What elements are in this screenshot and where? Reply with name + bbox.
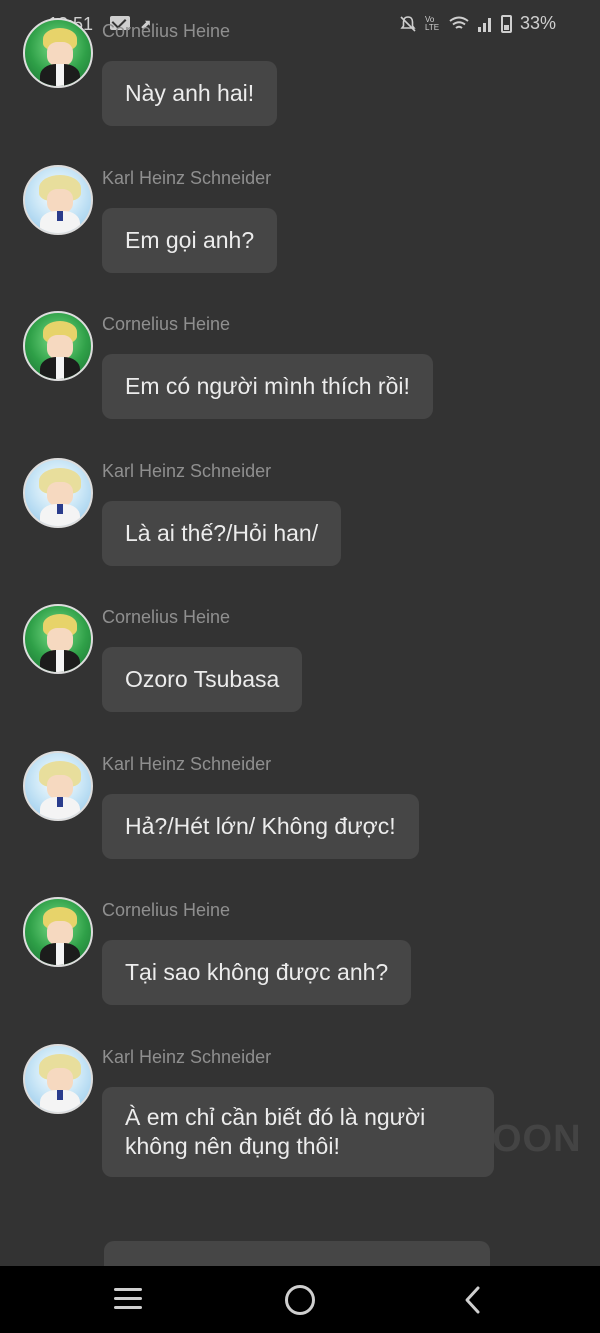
battery-icon — [500, 14, 512, 33]
message-bubble[interactable]: Hả?/Hét lớn/ Không được! — [102, 794, 419, 859]
wifi-icon — [449, 16, 469, 29]
sender-name: Cornelius Heine — [102, 900, 231, 920]
sender-name: Karl Heinz Schneider — [102, 1047, 272, 1067]
avatar-karl[interactable] — [23, 458, 93, 528]
sender-name: Karl Heinz Schneider — [102, 461, 272, 481]
avatar-cornelius[interactable] — [23, 897, 93, 967]
message-bubble[interactable]: Tại sao không được anh? — [102, 940, 412, 1005]
sender-name: Cornelius Heine — [102, 21, 231, 41]
recent-apps-icon[interactable] — [112, 1286, 144, 1312]
volte-label: Vo LTE — [424, 14, 440, 32]
signal-icon — [477, 17, 491, 32]
avatar-karl[interactable] — [23, 1044, 93, 1114]
back-icon[interactable] — [458, 1284, 488, 1316]
message-bubble[interactable]: Ozoro Tsubasa — [102, 647, 303, 712]
bell-muted-icon — [400, 15, 416, 32]
sender-name: Cornelius Heine — [102, 314, 231, 334]
message-bubble[interactable]: À em chỉ cần biết đó là người không nên … — [102, 1087, 494, 1177]
avatar-cornelius[interactable] — [23, 18, 93, 88]
avatar-cornelius[interactable] — [23, 604, 93, 674]
sender-name: Cornelius Heine — [102, 607, 231, 627]
battery-percent: 33% — [519, 13, 556, 33]
home-icon[interactable] — [285, 1285, 315, 1315]
message-bubble[interactable]: Này anh hai! — [102, 61, 278, 126]
avatar-karl[interactable] — [23, 165, 93, 235]
avatar-cornelius[interactable] — [23, 311, 93, 381]
avatar-karl[interactable] — [23, 751, 93, 821]
message-bubble[interactable]: Là ai thế?/Hỏi han/ — [102, 501, 342, 566]
sender-name: Karl Heinz Schneider — [102, 168, 272, 188]
message-bubble[interactable]: Em gọi anh? — [102, 208, 278, 273]
message-bubble[interactable]: Em có người mình thích rồi! — [102, 354, 433, 419]
status-icons: Vo LTE 33% — [399, 13, 556, 34]
watermark-text: OON — [492, 1118, 582, 1160]
system-nav-bar — [0, 1266, 600, 1333]
sender-name: Karl Heinz Schneider — [102, 754, 272, 774]
